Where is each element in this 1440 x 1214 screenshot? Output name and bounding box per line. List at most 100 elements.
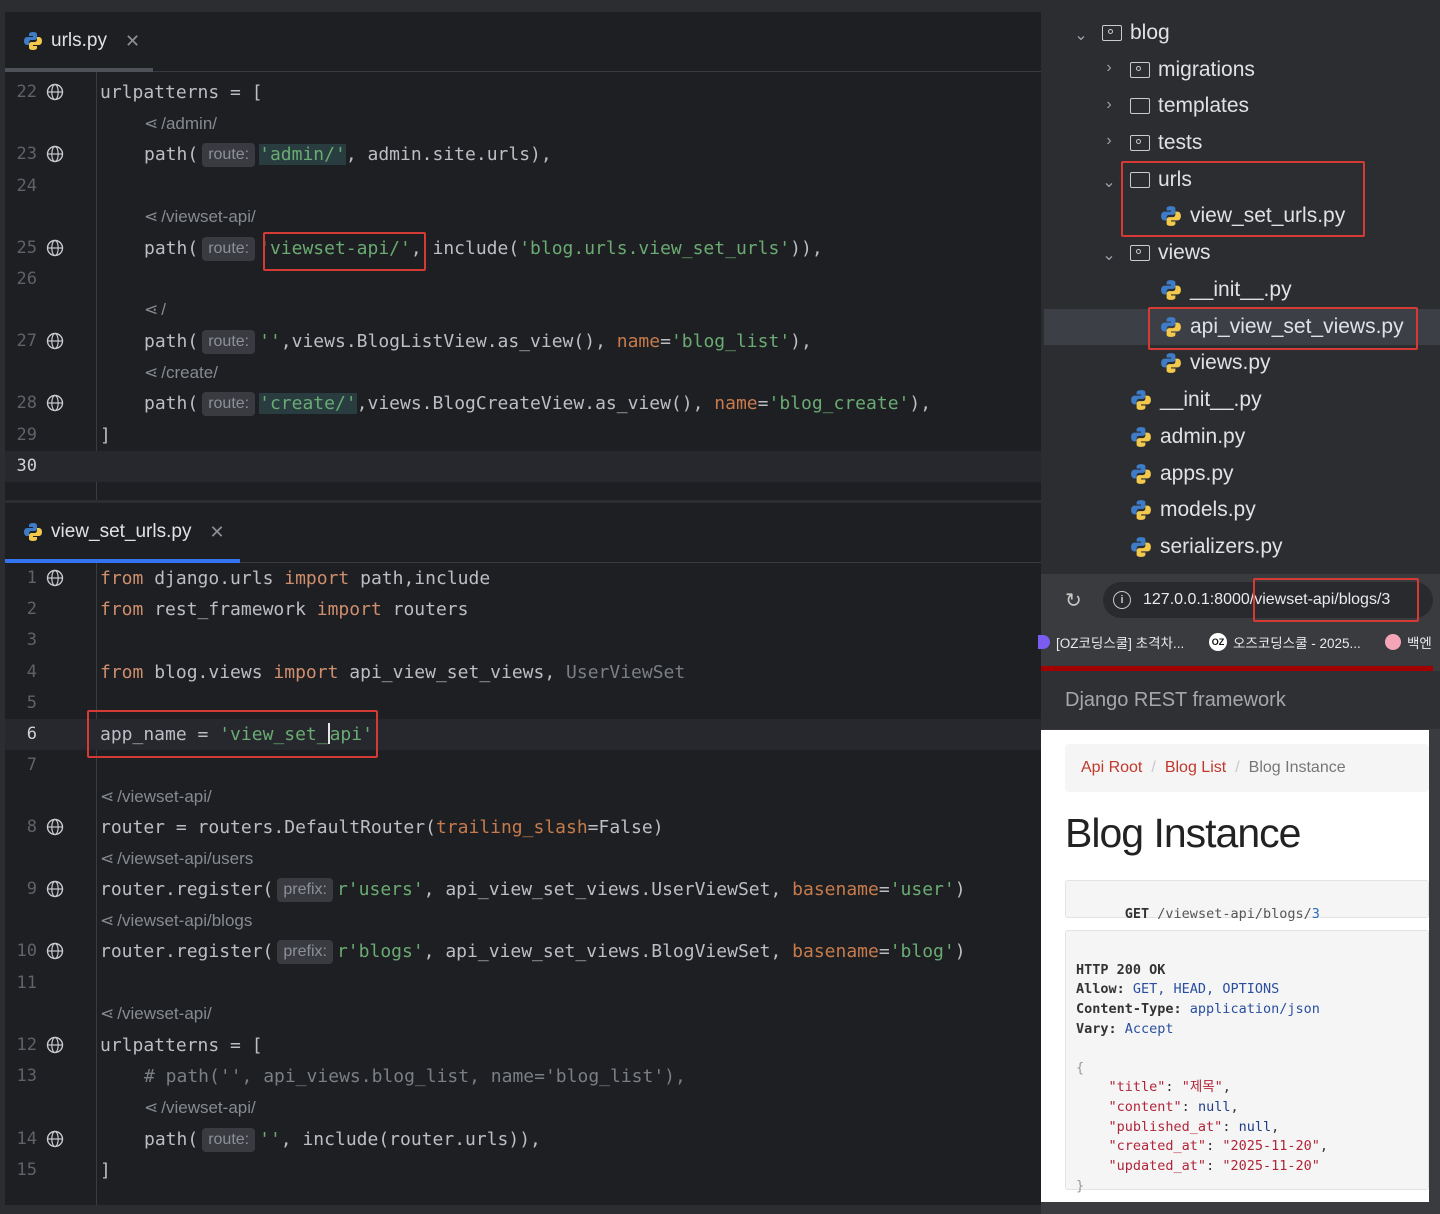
bookmark-item[interactable]: 백엔	[1385, 632, 1432, 652]
reload-icon[interactable]: ↻	[1065, 588, 1082, 613]
bookmark-item[interactable]: [OZ코딩스쿨] 초격차...	[1038, 632, 1184, 652]
highlight-box-app-name	[87, 710, 378, 758]
breadcrumb-api-root[interactable]: Api Root	[1081, 759, 1142, 777]
tree-folder-migrations[interactable]: migrations	[1130, 53, 1255, 87]
endpoint-globe-icon[interactable]	[46, 239, 64, 257]
python-file-icon	[1131, 500, 1151, 520]
code-line-22[interactable]: urlpatterns = [	[100, 77, 263, 108]
url-hint[interactable]: ⋖/viewset-api/users	[100, 845, 253, 873]
site-info-icon[interactable]: i	[1113, 591, 1131, 609]
string-literal: r'users'	[336, 879, 424, 900]
endpoint-globe-icon[interactable]	[46, 1130, 64, 1148]
code-line-13-comment[interactable]: # path('', api_views.blog_list, name='bl…	[144, 1061, 686, 1092]
breadcrumb-separator: /	[1151, 759, 1156, 776]
json-key: "created_at"	[1108, 1138, 1207, 1155]
tree-folder-tests[interactable]: tests	[1130, 126, 1202, 160]
url-hint-text: /	[161, 300, 166, 319]
url-hint[interactable]: ⋖/viewset-api/	[100, 1000, 212, 1028]
chevron-right-icon[interactable]: ›	[1102, 132, 1116, 150]
bookmark-favicon	[1385, 634, 1401, 650]
close-tab-icon[interactable]: ✕	[125, 31, 140, 52]
tab-view-set-urls-py[interactable]: view_set_urls.py ✕	[23, 503, 225, 561]
code-token: router.register(	[100, 879, 274, 900]
tree-file-init[interactable]: __init__.py	[1130, 383, 1262, 417]
json-sep: ,	[1319, 1138, 1329, 1155]
tree-folder-views[interactable]: views	[1130, 236, 1211, 270]
chevron-down-icon[interactable]: ⌄	[1102, 245, 1116, 265]
url-host: 127.0.0.1:8000	[1143, 591, 1250, 608]
endpoint-globe-icon[interactable]	[46, 332, 64, 350]
code-line-29[interactable]: ]	[100, 420, 111, 451]
url-hint[interactable]: ⋖/admin/	[144, 110, 217, 138]
code-token: blog.views	[143, 662, 274, 683]
active-tab-indicator	[5, 68, 153, 72]
code-line-27[interactable]: path(route: '',views.BlogListView.as_view…	[144, 326, 812, 357]
line-number: 9	[26, 879, 37, 899]
endpoint-globe-icon[interactable]	[46, 145, 64, 163]
code-line-9[interactable]: router.register(prefix: r'users', api_vie…	[100, 874, 966, 905]
request-path: /viewset-api/blogs/	[1149, 906, 1312, 922]
editor-tab-bar: view_set_urls.py ✕	[5, 503, 1041, 563]
chevron-right-icon[interactable]: ›	[1102, 59, 1116, 77]
endpoint-globe-icon[interactable]	[46, 818, 64, 836]
code-line-12[interactable]: urlpatterns = [	[100, 1030, 263, 1061]
code-line-15[interactable]: ]	[100, 1155, 111, 1186]
endpoint-globe-icon[interactable]	[46, 83, 64, 101]
endpoint-globe-icon[interactable]	[46, 394, 64, 412]
code-line-2[interactable]: from rest_framework import routers	[100, 594, 468, 625]
tree-file-apps[interactable]: apps.py	[1130, 457, 1234, 491]
tree-folder-blog[interactable]: blog	[1102, 16, 1170, 50]
tab-urls-py[interactable]: urls.py ✕	[23, 12, 140, 70]
code-line-28[interactable]: path(route:'create/',views.BlogCreateVie…	[144, 388, 931, 419]
code-line-23[interactable]: path(route:'admin/', admin.site.urls),	[144, 139, 552, 170]
endpoint-globe-icon[interactable]	[46, 569, 64, 587]
tree-folder-templates[interactable]: templates	[1130, 89, 1249, 123]
chevron-down-icon[interactable]: ⌄	[1074, 25, 1088, 45]
highlight-box-urls-folder	[1121, 161, 1365, 237]
bookmark-label: [OZ코딩스쿨] 초격차...	[1056, 636, 1185, 651]
tree-file-views-init[interactable]: __init__.py	[1160, 273, 1292, 307]
package-folder-icon	[1130, 245, 1150, 261]
url-hint[interactable]: ⋖/viewset-api/	[100, 783, 212, 811]
line-number: 5	[26, 693, 37, 713]
header-key: Content-Type:	[1076, 1001, 1182, 1018]
code-line-10[interactable]: router.register(prefix: r'blogs', api_vie…	[100, 936, 966, 967]
bookmark-item[interactable]: OZ 오즈코딩스쿨 - 2025...	[1209, 632, 1361, 652]
url-hint[interactable]: ⋖ /	[144, 296, 166, 324]
code-token: , admin.site.urls),	[345, 144, 552, 165]
code-line-14[interactable]: path(route: '', include(router.urls)),	[144, 1124, 541, 1155]
code-line-25[interactable]: path(route:'viewset-api/', include('blog…	[144, 233, 823, 264]
url-hint[interactable]: ⋖/viewset-api/	[144, 203, 256, 231]
package-folder-icon	[1130, 62, 1150, 78]
breadcrumb-blog-list[interactable]: Blog List	[1165, 759, 1226, 777]
code-line-8[interactable]: router = routers.DefaultRouter(trailing_…	[100, 812, 664, 843]
tree-file-views-py[interactable]: views.py	[1160, 346, 1271, 380]
endpoint-globe-icon[interactable]	[46, 880, 64, 898]
request-id[interactable]: 3	[1312, 906, 1320, 922]
param-name: basename	[792, 941, 879, 962]
url-hint[interactable]: ⋖/create/	[144, 359, 218, 387]
code-token: =	[757, 393, 769, 414]
response-header: Allow: GET, HEAD, OPTIONS	[1076, 980, 1418, 1000]
chevron-right-icon[interactable]: ›	[1102, 96, 1116, 114]
chevron-down-icon[interactable]: ⌄	[1102, 172, 1116, 192]
tree-file-admin[interactable]: admin.py	[1130, 420, 1245, 454]
json-field: "created_at": "2025-11-20",	[1108, 1138, 1329, 1155]
endpoint-globe-icon[interactable]	[46, 942, 64, 960]
url-hint[interactable]: ⋖/viewset-api/blogs	[100, 907, 252, 935]
tree-label: tests	[1158, 131, 1203, 154]
code-line-4[interactable]: from blog.views import api_view_set_view…	[100, 657, 685, 688]
code-line-1[interactable]: from django.urls import path,include	[100, 563, 490, 594]
tree-file-serializers[interactable]: serializers.py	[1130, 530, 1283, 564]
close-tab-icon[interactable]: ✕	[209, 522, 224, 543]
json-sep: ,	[1230, 1098, 1239, 1115]
url-hint[interactable]: ⋖/viewset-api/	[144, 1094, 256, 1122]
keyword: from	[100, 662, 144, 683]
tree-file-models[interactable]: models.py	[1130, 493, 1256, 527]
drf-brand[interactable]: Django REST framework	[1065, 689, 1286, 712]
json-key: "updated_at"	[1108, 1158, 1207, 1175]
endpoint-globe-icon[interactable]	[46, 1036, 64, 1054]
drf-navbar: Django REST framework	[1041, 671, 1440, 729]
url-hint-text: /viewset-api/	[161, 1098, 256, 1117]
line-number-current: 30	[16, 456, 37, 476]
